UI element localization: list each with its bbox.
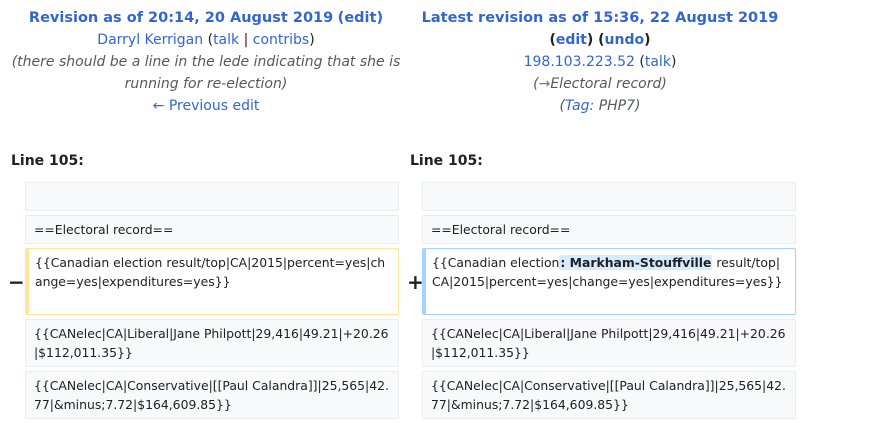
user-talk-link[interactable]: talk bbox=[213, 32, 239, 48]
added-line: {{Canadian election: Markham-Stouffville… bbox=[422, 248, 796, 315]
old-context-empty bbox=[25, 182, 399, 211]
new-context-conservative: {{CANelec|CA|Conservative|[[Paul Calandr… bbox=[422, 371, 796, 419]
tag-value: PHP7 bbox=[598, 98, 636, 114]
old-edit-summary-line1: (there should be a line in the lede indi… bbox=[11, 54, 401, 70]
ip-talk-link[interactable]: talk bbox=[645, 54, 671, 70]
paren-close: ) bbox=[376, 10, 384, 26]
user-link[interactable]: Darryl Kerrigan bbox=[97, 32, 203, 48]
undo-link[interactable]: undo bbox=[605, 32, 645, 48]
old-context-conservative: {{CANelec|CA|Conservative|[[Paul Calandr… bbox=[25, 371, 399, 419]
section-arrow-link[interactable]: → bbox=[539, 76, 551, 92]
new-revision-actions: (edit) (undo) bbox=[549, 32, 651, 48]
old-line-number: Line 105: bbox=[11, 153, 84, 169]
previous-edit-link[interactable]: ← Previous edit bbox=[153, 98, 260, 114]
old-edit-link[interactable]: edit bbox=[344, 10, 376, 26]
section-name: Electoral record bbox=[550, 76, 662, 92]
tag-label-link[interactable]: Tag: bbox=[565, 98, 594, 114]
old-revision-header: Revision as of 20:14, 20 August 2019 (ed… bbox=[6, 0, 406, 117]
old-context-liberal: {{CANelec|CA|Liberal|Jane Philpott|29,41… bbox=[25, 319, 399, 367]
new-context-heading: ==Electoral record== bbox=[422, 215, 796, 244]
new-revision-header: Latest revision as of 15:36, 22 August 2… bbox=[404, 0, 796, 117]
new-revision-title-link[interactable]: Latest revision as of 15:36, 22 August 2… bbox=[422, 10, 779, 26]
old-edit-summary-line2: running for re-election) bbox=[124, 76, 288, 92]
new-context-empty bbox=[422, 182, 796, 211]
deleted-line-marker: − bbox=[8, 270, 25, 294]
user-contribs-link[interactable]: contribs bbox=[253, 32, 309, 48]
ip-link[interactable]: 198.103.223.52 bbox=[524, 54, 635, 70]
deleted-line: {{Canadian election result/top|CA|2015|p… bbox=[25, 248, 399, 315]
new-context-liberal: {{CANelec|CA|Liberal|Jane Philpott|29,41… bbox=[422, 319, 796, 367]
new-edit-link[interactable]: edit bbox=[556, 32, 587, 48]
added-line-prefix: {{Canadian election bbox=[432, 255, 560, 270]
old-revision-title-link[interactable]: Revision as of 20:14, 20 August 2019 bbox=[29, 10, 333, 26]
old-context-heading: ==Electoral record== bbox=[25, 215, 399, 244]
inserted-text: : Markham-Stouffville bbox=[559, 255, 713, 270]
tag-line: (Tag: PHP7) bbox=[559, 98, 641, 114]
new-edit-summary: (→Electoral record) bbox=[533, 76, 667, 92]
old-revision-user-line: Darryl Kerrigan (talk | contribs) bbox=[97, 32, 315, 48]
new-line-number: Line 105: bbox=[410, 153, 483, 169]
new-revision-user-line: 198.103.223.52 (talk) bbox=[523, 54, 677, 70]
